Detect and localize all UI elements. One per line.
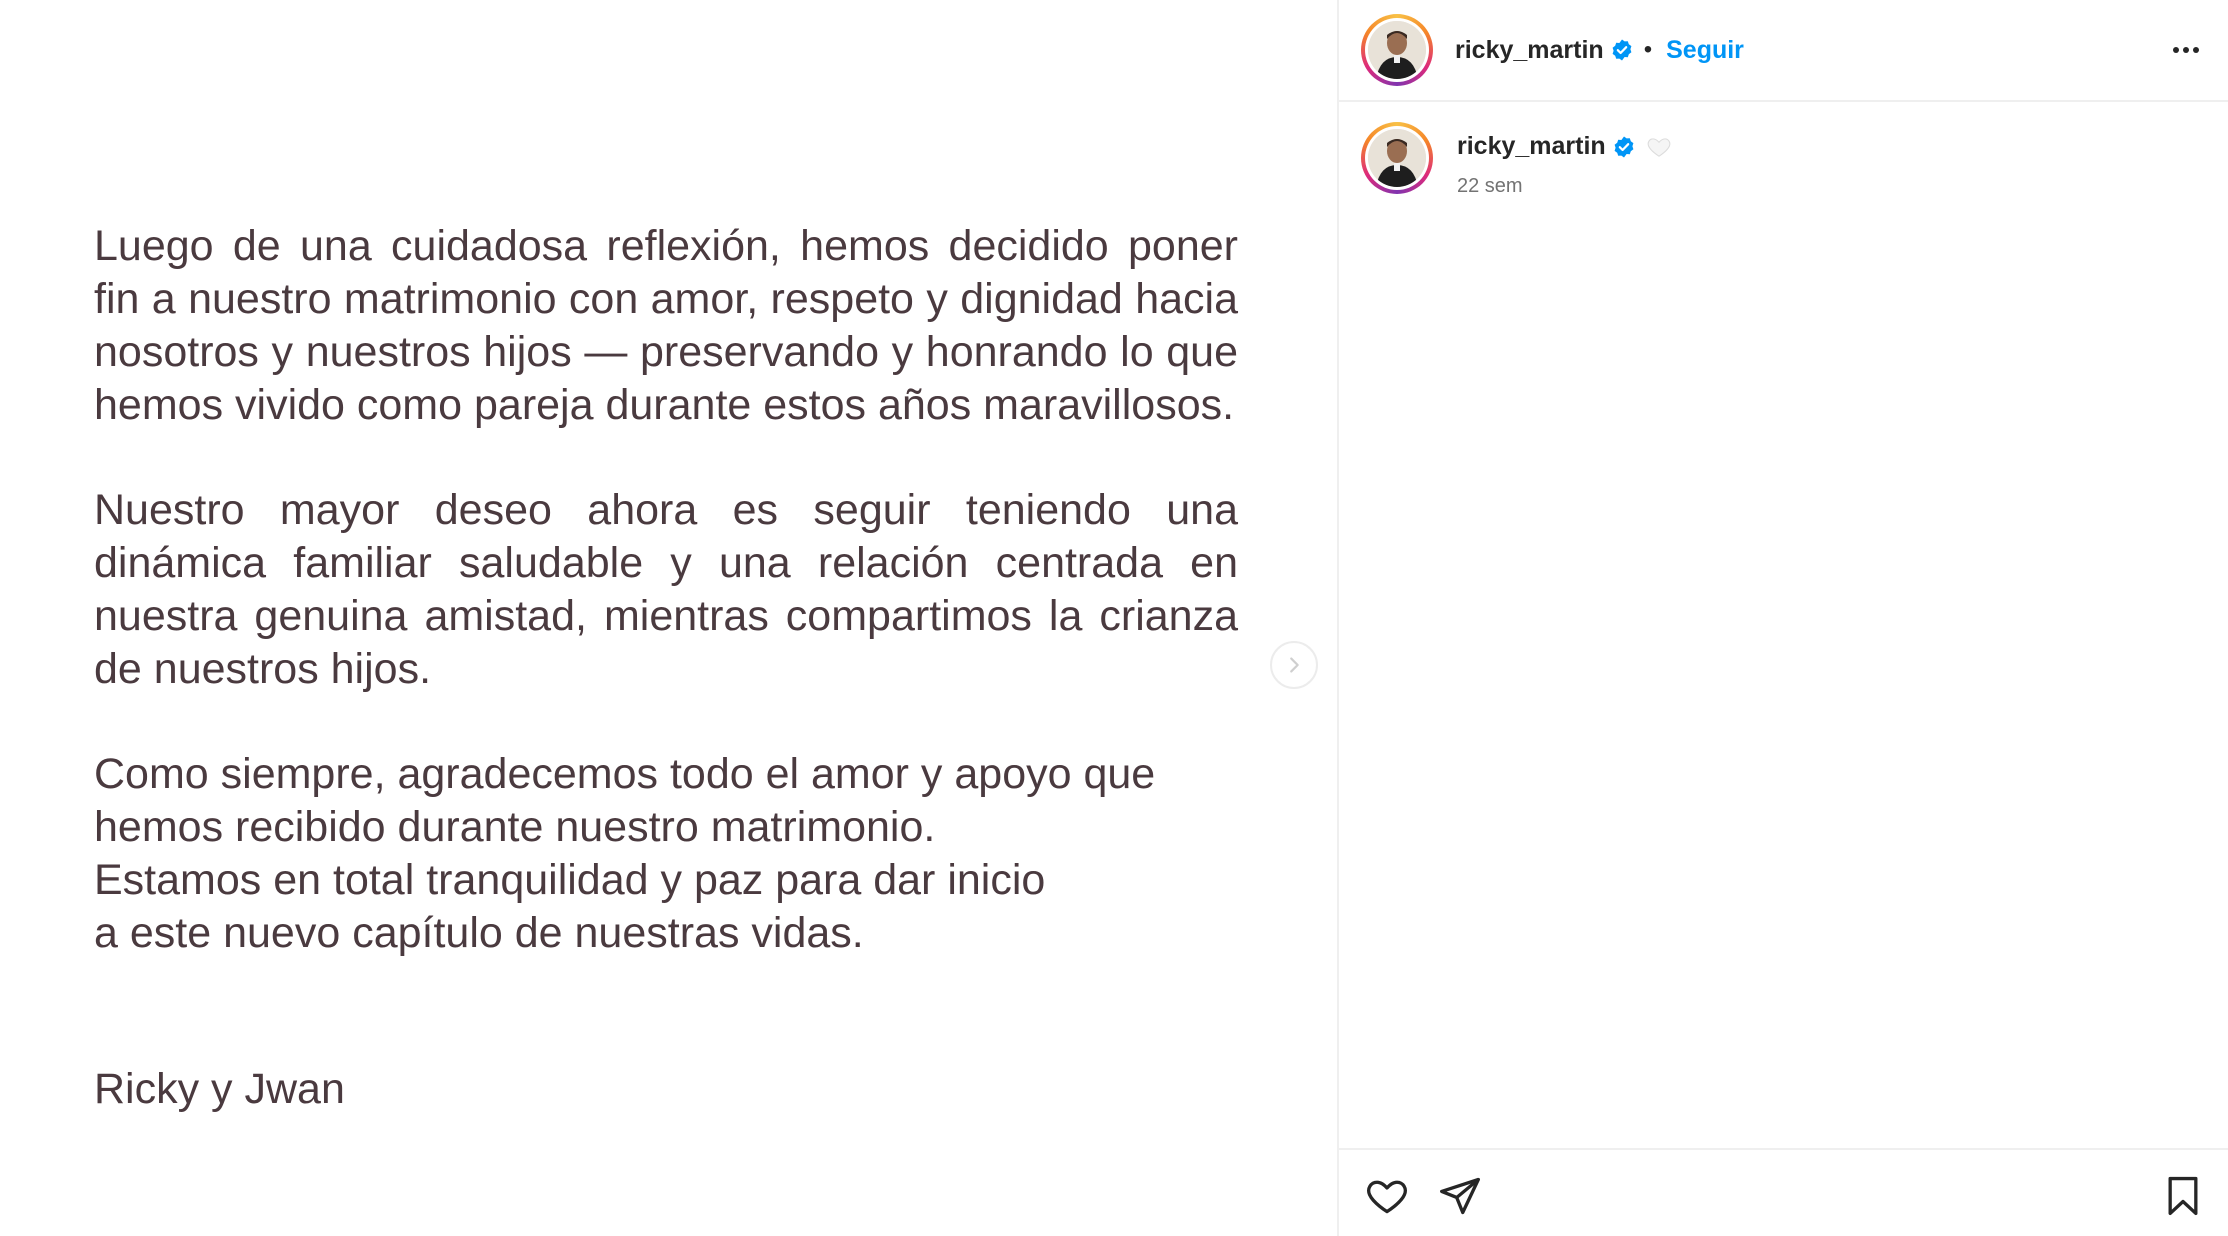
header-separator: • <box>1643 36 1653 63</box>
more-options-button[interactable] <box>2166 30 2206 70</box>
post-actions-bar <box>1339 1148 2228 1236</box>
header-username[interactable]: ricky_martin <box>1455 36 1604 65</box>
save-button[interactable] <box>2159 1172 2207 1220</box>
caption-timestamp[interactable]: 22 sem <box>1457 175 1672 198</box>
caption-username[interactable]: ricky_martin <box>1457 132 1606 161</box>
follow-button[interactable]: Seguir <box>1666 36 1744 65</box>
white-heart-icon <box>1647 137 1671 157</box>
statement-closing-line-2: a este nuevo capítulo de nuestras vidas. <box>94 909 864 957</box>
chevron-right-icon <box>1290 657 1299 673</box>
verified-badge-icon <box>1614 136 1634 157</box>
next-slide-button[interactable] <box>1270 641 1318 689</box>
verified-badge-icon <box>1612 39 1632 61</box>
statement-paragraph-1: Luego de una cuidadosa reflexión, hemos … <box>94 222 1238 429</box>
post-media: Luego de una cuidadosa reflexión, hemos … <box>0 0 1337 1236</box>
more-options-icon <box>2173 47 2199 53</box>
statement-text: Luego de una cuidadosa reflexión, hemos … <box>94 220 1238 960</box>
avatar-photo-icon <box>1368 21 1426 79</box>
statement-closing-line-1: Estamos en total tranquilidad y paz para… <box>94 856 1046 904</box>
paper-plane-icon <box>1440 1177 1480 1215</box>
avatar-photo-icon <box>1368 129 1426 187</box>
like-button[interactable] <box>1363 1172 1411 1220</box>
post-sidebar: ricky_martin • Seguir ricky_martin 22 se… <box>1337 0 2228 1236</box>
share-button[interactable] <box>1436 1172 1484 1220</box>
post-header: ricky_martin • Seguir <box>1339 0 2228 102</box>
instagram-post-view: Luego de una cuidadosa reflexión, hemos … <box>0 0 2228 1236</box>
post-image: Luego de una cuidadosa reflexión, hemos … <box>0 0 1337 1236</box>
heart-icon <box>1367 1180 1407 1214</box>
caption-avatar[interactable] <box>1361 122 1433 194</box>
statement-paragraph-2: Nuestro mayor deseo ahora es seguir teni… <box>94 486 1238 693</box>
statement-signature: Ricky y Jwan <box>94 1065 345 1113</box>
statement-paragraph-3-text: Como siempre, agradecemos todo el amor y… <box>94 750 1156 851</box>
statement-paragraph-3: Como siempre, agradecemos todo el amor y… <box>94 748 1238 960</box>
bookmark-icon <box>2168 1176 2198 1216</box>
avatar[interactable] <box>1361 14 1433 86</box>
caption-comment: ricky_martin 22 sem <box>1361 122 1672 198</box>
